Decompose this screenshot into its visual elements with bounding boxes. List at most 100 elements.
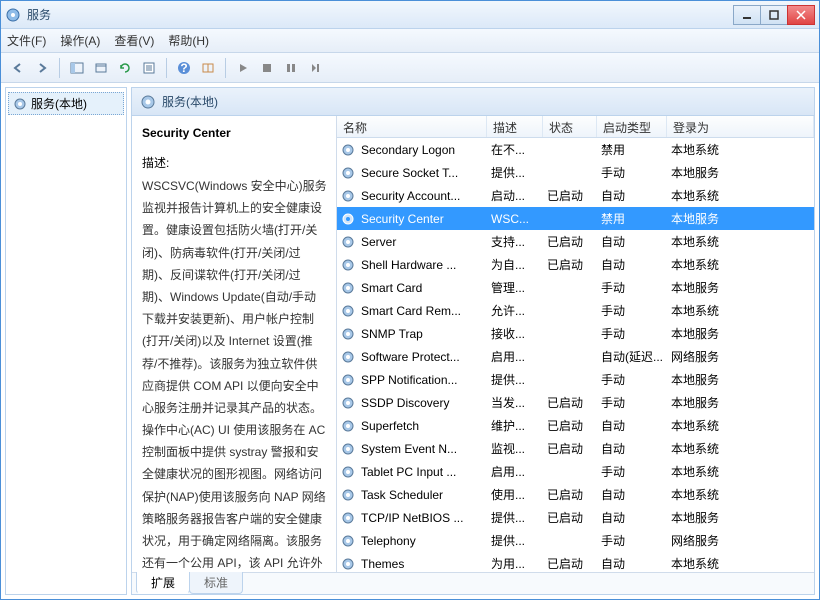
cell-desc: 为用... [487,555,543,572]
cell-name: System Event N... [357,442,487,456]
table-row[interactable]: Shell Hardware ...为自...已启动自动本地系统 [337,253,814,276]
col-desc[interactable]: 描述 [487,116,543,137]
col-start[interactable]: 启动类型 [597,116,667,137]
table-row[interactable]: SSDP Discovery当发...已启动手动本地服务 [337,391,814,414]
table-row[interactable]: Superfetch维护...已启动自动本地系统 [337,414,814,437]
cell-logon: 本地服务 [667,509,814,526]
refresh-button[interactable] [114,57,136,79]
properties-button[interactable] [138,57,160,79]
cell-desc: 使用... [487,486,543,503]
help-button[interactable]: ? [173,57,195,79]
table-row[interactable]: Tablet PC Input ...启用...手动本地系统 [337,460,814,483]
cell-logon: 本地服务 [667,279,814,296]
cell-logon: 本地系统 [667,256,814,273]
menu-help[interactable]: 帮助(H) [168,32,209,49]
cell-name: Secure Socket T... [357,166,487,180]
service-icon [341,557,357,571]
cell-status: 已启动 [543,187,597,204]
cell-status: 已启动 [543,555,597,572]
table-row[interactable]: System Event N...监视...已启动自动本地系统 [337,437,814,460]
cell-start: 手动 [597,325,667,342]
close-button[interactable] [787,5,815,25]
start-service-button[interactable] [232,57,254,79]
pane-icon [70,61,84,75]
forward-button[interactable] [31,57,53,79]
close-icon [796,10,806,20]
cell-status: 已启动 [543,256,597,273]
service-icon [341,235,357,249]
tree-item-services[interactable]: 服务(本地) [8,92,124,115]
window-title: 服务 [27,6,734,23]
titlebar[interactable]: 服务 [1,1,819,29]
cell-logon: 本地系统 [667,302,814,319]
cell-status: 已启动 [543,509,597,526]
cell-start: 手动 [597,394,667,411]
list-rows[interactable]: Secondary Logon在不...禁用本地系统Secure Socket … [337,138,814,572]
restart-service-button[interactable] [304,57,326,79]
cell-start: 自动 [597,509,667,526]
cell-start: 手动 [597,279,667,296]
cell-desc: 监视... [487,440,543,457]
table-row[interactable]: Themes为用...已启动自动本地系统 [337,552,814,572]
cell-desc: 在不... [487,141,543,158]
table-row[interactable]: SPP Notification...提供...手动本地服务 [337,368,814,391]
menu-action[interactable]: 操作(A) [60,32,100,49]
toolbar-extra-button[interactable] [197,57,219,79]
table-row[interactable]: Security CenterWSC...禁用本地服务 [337,207,814,230]
cell-logon: 本地系统 [667,187,814,204]
table-row[interactable]: Server支持...已启动自动本地系统 [337,230,814,253]
menu-file[interactable]: 文件(F) [7,32,46,49]
cell-start: 禁用 [597,141,667,158]
table-row[interactable]: Software Protect...启用...自动(延迟...网络服务 [337,345,814,368]
cell-name: SPP Notification... [357,373,487,387]
separator [59,58,60,78]
grid-icon [201,61,215,75]
cell-logon: 本地服务 [667,210,814,227]
cell-logon: 本地服务 [667,164,814,181]
properties-icon [142,61,156,75]
cell-desc: 提供... [487,371,543,388]
maximize-button[interactable] [760,5,788,25]
tab-extended[interactable]: 扩展 [136,572,190,594]
tree-pane[interactable]: 服务(本地) [5,87,127,595]
table-row[interactable]: Smart Card Rem...允许...手动本地系统 [337,299,814,322]
table-row[interactable]: TCP/IP NetBIOS ...提供...已启动自动本地服务 [337,506,814,529]
export-button[interactable] [90,57,112,79]
stop-service-button[interactable] [256,57,278,79]
cell-name: Tablet PC Input ... [357,465,487,479]
service-icon [341,373,357,387]
menu-view[interactable]: 查看(V) [114,32,154,49]
pause-service-button[interactable] [280,57,302,79]
gear-icon [140,94,156,110]
table-row[interactable]: Secure Socket T...提供...手动本地服务 [337,161,814,184]
cell-logon: 本地系统 [667,233,814,250]
tab-standard[interactable]: 标准 [189,572,243,594]
cell-logon: 本地系统 [667,141,814,158]
cell-desc: 管理... [487,279,543,296]
cell-start: 手动 [597,164,667,181]
help-icon: ? [177,61,191,75]
col-name[interactable]: 名称 [337,116,487,137]
service-icon [341,212,357,226]
table-row[interactable]: Telephony提供...手动网络服务 [337,529,814,552]
table-row[interactable]: Smart Card管理...手动本地服务 [337,276,814,299]
table-row[interactable]: SNMP Trap接收...手动本地服务 [337,322,814,345]
cell-name: Server [357,235,487,249]
service-icon [341,419,357,433]
table-row[interactable]: Security Account...启动...已启动自动本地系统 [337,184,814,207]
service-icon [341,327,357,341]
service-icon [341,488,357,502]
cell-name: Shell Hardware ... [357,258,487,272]
back-button[interactable] [7,57,29,79]
col-status[interactable]: 状态 [543,116,597,137]
col-logon[interactable]: 登录为 [667,116,814,137]
cell-desc: 为自... [487,256,543,273]
show-hide-button[interactable] [66,57,88,79]
cell-start: 手动 [597,302,667,319]
table-row[interactable]: Task Scheduler使用...已启动自动本地系统 [337,483,814,506]
cell-logon: 网络服务 [667,532,814,549]
minimize-button[interactable] [733,5,761,25]
cell-status: 已启动 [543,394,597,411]
cell-desc: 接收... [487,325,543,342]
table-row[interactable]: Secondary Logon在不...禁用本地系统 [337,138,814,161]
